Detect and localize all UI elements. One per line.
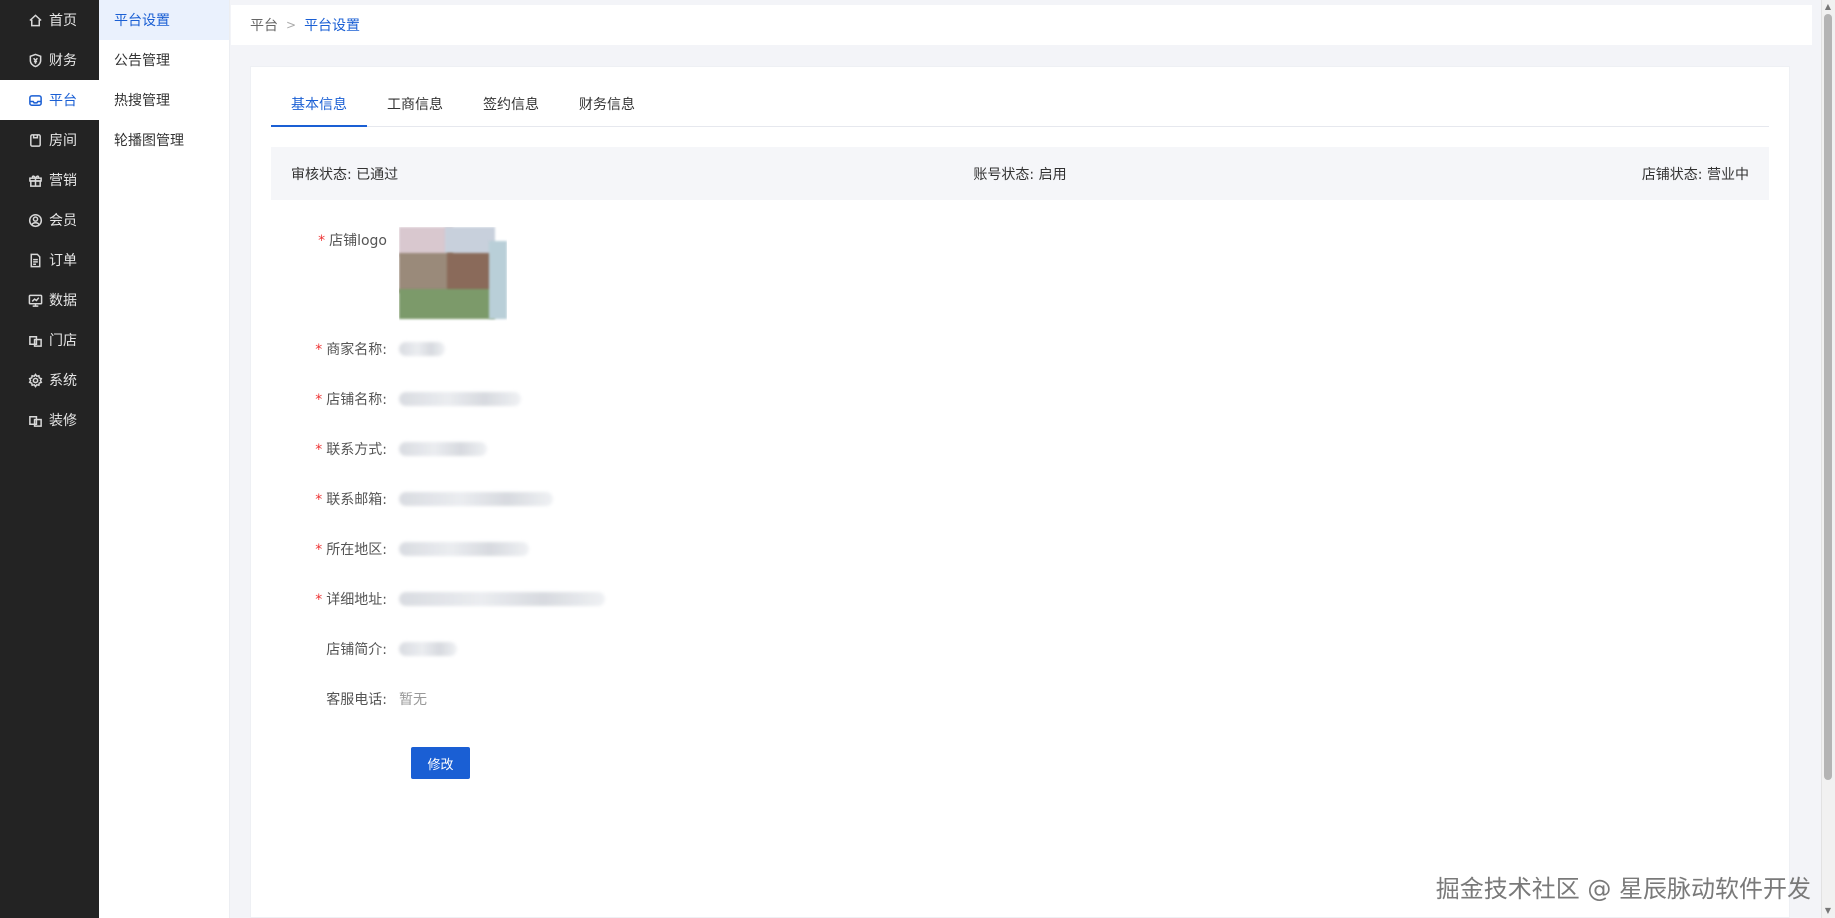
nav-item-member[interactable]: 会员	[0, 200, 99, 240]
platform-icon	[27, 92, 43, 108]
sub-menu: 平台设置 公告管理 热搜管理 轮播图管理	[99, 0, 230, 918]
decorate-icon	[27, 412, 43, 428]
nav-item-label: 装修	[49, 413, 77, 429]
nav-item-label: 营销	[49, 173, 77, 189]
service-phone-label: 客服电话:	[326, 692, 387, 708]
form-row-logo: * 店铺logo	[271, 227, 507, 325]
nav-item-label: 会员	[49, 213, 77, 229]
chevron-right-icon: >	[286, 18, 297, 32]
nav-item-data[interactable]: 数据	[0, 280, 99, 320]
breadcrumb-root[interactable]: 平台	[250, 15, 278, 35]
phone-value	[399, 442, 487, 456]
address-value	[399, 592, 605, 606]
tab-finance-info[interactable]: 财务信息	[559, 87, 655, 127]
nav-item-home[interactable]: 首页	[0, 0, 99, 40]
scroll-up-icon[interactable]: ▲	[1823, 2, 1833, 12]
region-label: 所在地区:	[326, 542, 387, 558]
tab-contract-info[interactable]: 签约信息	[463, 87, 559, 127]
service-phone-value: 暂无	[399, 692, 427, 708]
store-name-value	[399, 392, 521, 406]
home-icon	[27, 12, 43, 28]
nav-item-store[interactable]: 门店	[0, 320, 99, 360]
nav-item-platform[interactable]: 平台	[0, 80, 99, 120]
form-row-phone: * 联系方式:	[271, 439, 487, 459]
nav-item-label: 房间	[49, 133, 77, 149]
email-value	[399, 492, 553, 506]
gear-icon	[27, 372, 43, 388]
form-row-store-name: * 店铺名称:	[271, 389, 521, 409]
merchant-name-value	[399, 342, 445, 356]
main-nav: 首页 财务 平台 房间 营销 会员 订单 数据 门店 系统 装修	[0, 0, 99, 918]
breadcrumb-current: 平台设置	[304, 18, 361, 34]
form-row-intro: 店铺简介:	[271, 639, 457, 659]
tab-bar: 基本信息 工商信息 签约信息 财务信息	[271, 87, 1769, 127]
nav-item-label: 系统	[49, 373, 77, 389]
logo-label: 店铺logo	[329, 233, 387, 249]
store-logo-image[interactable]	[399, 227, 507, 325]
content-card: 基本信息 工商信息 签约信息 财务信息 审核状态: 已通过 账号状态: 启用 店…	[250, 66, 1790, 918]
nav-item-label: 财务	[49, 53, 77, 69]
room-icon	[27, 132, 43, 148]
region-value	[399, 542, 529, 556]
nav-item-order[interactable]: 订单	[0, 240, 99, 280]
document-icon	[27, 252, 43, 268]
intro-value	[399, 642, 457, 656]
edit-button[interactable]: 修改	[411, 747, 470, 779]
tab-business-info[interactable]: 工商信息	[367, 87, 463, 127]
merchant-label: 商家名称:	[326, 342, 387, 358]
nav-item-label: 首页	[49, 13, 77, 29]
form-row-merchant: * 商家名称:	[271, 339, 445, 359]
sub-item-hot-search[interactable]: 热搜管理	[99, 80, 229, 120]
breadcrumb: 平台 > 平台设置	[231, 5, 1812, 45]
nav-item-label: 订单	[49, 253, 77, 269]
sub-item-announcements[interactable]: 公告管理	[99, 40, 229, 80]
monitor-icon	[27, 292, 43, 308]
nav-item-label: 数据	[49, 293, 77, 309]
phone-label: 联系方式:	[326, 442, 387, 458]
scroll-down-icon[interactable]: ▼	[1823, 906, 1833, 916]
gift-icon	[27, 172, 43, 188]
sub-item-platform-settings[interactable]: 平台设置	[99, 0, 229, 40]
scrollbar[interactable]: ▲ ▼	[1821, 0, 1835, 918]
intro-label: 店铺简介:	[326, 642, 387, 658]
form-row-service-phone: 客服电话: 暂无	[271, 689, 427, 709]
scrollbar-thumb[interactable]	[1824, 14, 1832, 780]
nav-item-label: 平台	[49, 93, 77, 109]
form-row-email: * 联系邮箱:	[271, 489, 553, 509]
store-name-label: 店铺名称:	[326, 392, 387, 408]
watermark: 掘金技术社区 @ 星辰脉动软件开发	[1435, 875, 1811, 903]
user-icon	[27, 212, 43, 228]
nav-item-system[interactable]: 系统	[0, 360, 99, 400]
account-status: 账号状态: 启用	[973, 166, 1067, 183]
address-label: 详细地址:	[326, 592, 387, 608]
nav-item-finance[interactable]: 财务	[0, 40, 99, 80]
tab-basic-info[interactable]: 基本信息	[271, 87, 367, 127]
shield-yen-icon	[27, 52, 43, 68]
nav-item-label: 门店	[49, 333, 77, 349]
store-status: 店铺状态: 营业中	[1641, 166, 1749, 183]
email-label: 联系邮箱:	[326, 492, 387, 508]
store-icon	[27, 332, 43, 348]
form-row-region: * 所在地区:	[271, 539, 529, 559]
status-bar: 审核状态: 已通过 账号状态: 启用 店铺状态: 营业中	[271, 147, 1769, 200]
audit-status: 审核状态: 已通过	[291, 166, 399, 183]
sub-item-carousel[interactable]: 轮播图管理	[99, 120, 229, 160]
nav-item-room[interactable]: 房间	[0, 120, 99, 160]
nav-item-decorate[interactable]: 装修	[0, 400, 99, 440]
nav-item-marketing[interactable]: 营销	[0, 160, 99, 200]
form-row-address: * 详细地址:	[271, 589, 605, 609]
